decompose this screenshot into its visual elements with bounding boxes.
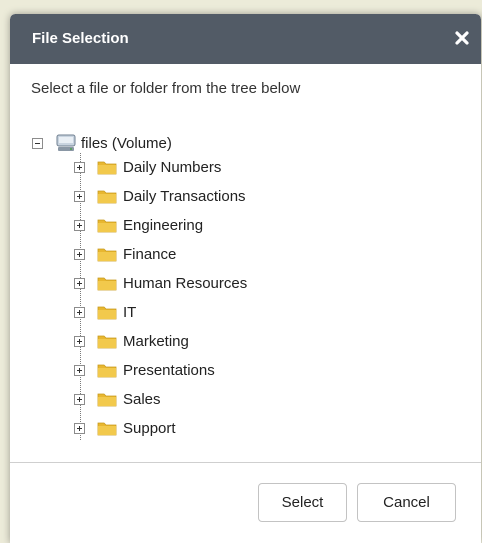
- file-tree: files (Volume) Daily Numbers Daily Transa…: [10, 133, 481, 453]
- expand-toggle[interactable]: [74, 335, 85, 347]
- folder-icon: [97, 277, 117, 291]
- tree-folder-node[interactable]: Human Resources: [74, 271, 247, 295]
- collapse-toggle[interactable]: [32, 137, 43, 149]
- tree-folder-label: Finance: [123, 245, 177, 263]
- folder-icon: [97, 219, 117, 233]
- tree-root-node: files (Volume): [32, 133, 172, 153]
- folder-icon: [97, 248, 117, 262]
- tree-folder-label: Support: [123, 419, 176, 437]
- tree-folder-node[interactable]: Daily Transactions: [74, 184, 246, 208]
- tree-folder-label: Engineering: [123, 216, 204, 234]
- volume-icon: [56, 134, 76, 151]
- folder-icon: [97, 364, 117, 378]
- cancel-button[interactable]: Cancel: [357, 483, 456, 522]
- tree-folder-node[interactable]: Sales: [74, 387, 161, 411]
- tree-folder-node[interactable]: Daily Numbers: [74, 155, 221, 179]
- folder-icon: [97, 335, 117, 349]
- tree-folder-label: Daily Transactions: [123, 187, 246, 205]
- tree-folder-node[interactable]: Finance: [74, 242, 176, 266]
- tree-folder-label: Daily Numbers: [123, 158, 222, 176]
- tree-folder-node[interactable]: Support: [74, 416, 176, 440]
- folder-icon: [97, 393, 117, 407]
- expand-toggle[interactable]: [74, 161, 85, 173]
- tree-folder-node[interactable]: IT: [74, 300, 136, 324]
- tree-folder-node[interactable]: Marketing: [74, 329, 189, 353]
- folder-icon: [97, 306, 117, 320]
- expand-toggle[interactable]: [74, 364, 85, 376]
- expand-toggle[interactable]: [74, 219, 85, 231]
- tree-folder-label: IT: [123, 303, 137, 321]
- footer-divider: [10, 462, 481, 463]
- dialog-titlebar: File Selection: [10, 14, 481, 64]
- tree-folder-label: Sales: [123, 390, 161, 408]
- expand-toggle[interactable]: [74, 422, 85, 434]
- folder-icon: [97, 161, 117, 175]
- tree-folder-label: Marketing: [123, 332, 189, 350]
- tree-root-label[interactable]: files (Volume): [81, 135, 172, 152]
- tree-folder-node[interactable]: Presentations: [74, 358, 215, 382]
- tree-folder-label: Presentations: [123, 361, 215, 379]
- expand-toggle[interactable]: [74, 248, 85, 260]
- close-icon[interactable]: [451, 27, 473, 49]
- select-button[interactable]: Select: [258, 483, 347, 522]
- tree-folder-node[interactable]: Engineering: [74, 213, 203, 237]
- expand-toggle[interactable]: [74, 306, 85, 318]
- expand-toggle[interactable]: [74, 190, 85, 202]
- folder-icon: [97, 190, 117, 204]
- file-selection-dialog: File Selection Select a file or folder f…: [10, 14, 481, 543]
- dialog-title: File Selection: [32, 30, 129, 47]
- expand-toggle[interactable]: [74, 277, 85, 289]
- tree-folder-label: Human Resources: [123, 274, 248, 292]
- instructions-text: Select a file or folder from the tree be…: [31, 80, 301, 97]
- expand-toggle[interactable]: [74, 393, 85, 405]
- folder-icon: [97, 422, 117, 436]
